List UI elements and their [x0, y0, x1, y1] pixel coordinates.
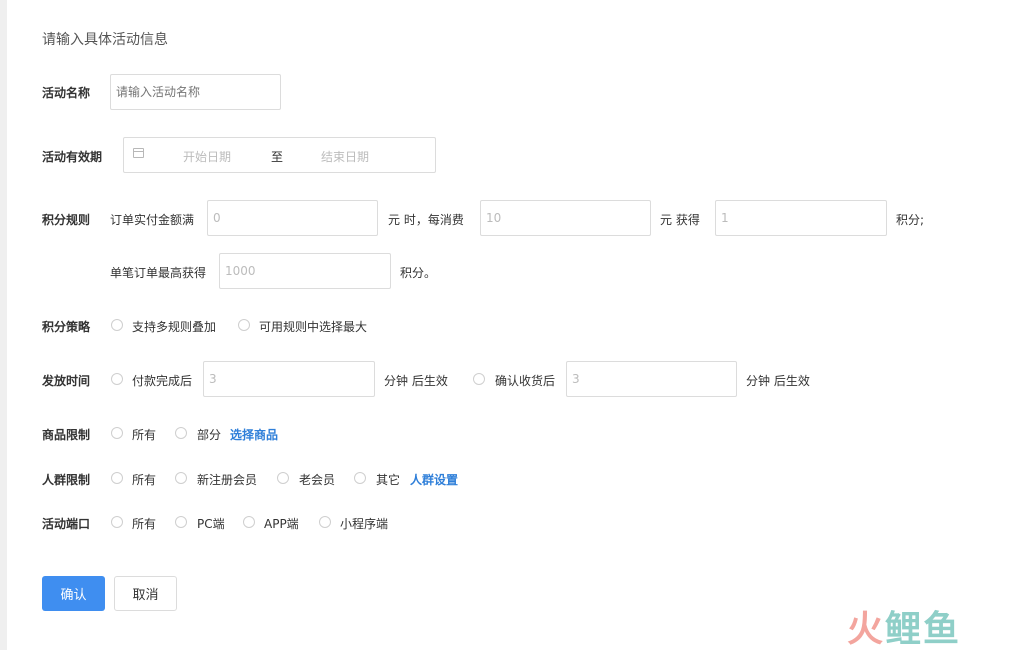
- watermark-logo: 火鲤鱼: [847, 600, 961, 650]
- crowd-new-radio[interactable]: [175, 472, 187, 484]
- receipt-minutes-suffix: 分钟 后生效: [746, 374, 810, 388]
- points-strategy-label: 积分策略: [42, 320, 91, 334]
- crowd-all-label[interactable]: 所有: [132, 471, 156, 488]
- page-left-gutter: [0, 0, 7, 650]
- confirm-button[interactable]: 确认: [42, 576, 105, 611]
- product-partial-radio[interactable]: [175, 427, 187, 439]
- yuan-when-text: 元 时，每消费: [388, 213, 464, 227]
- issue-after-receipt-label[interactable]: 确认收货后: [495, 372, 555, 389]
- issue-after-payment-label[interactable]: 付款完成后: [132, 372, 192, 389]
- platform-miniprogram-radio[interactable]: [319, 516, 331, 528]
- points-suffix: 积分;: [896, 213, 925, 227]
- max-points-suffix: 积分。: [400, 266, 437, 280]
- product-all-radio[interactable]: [111, 427, 123, 439]
- payment-minutes-suffix: 分钟 后生效: [384, 374, 448, 388]
- crowd-limit-label: 人群限制: [42, 473, 91, 487]
- crowd-old-label[interactable]: 老会员: [299, 471, 335, 488]
- spend-amount-input[interactable]: 10: [480, 200, 651, 236]
- crowd-settings-link[interactable]: 人群设置: [410, 471, 458, 488]
- points-earned-input[interactable]: 1: [715, 200, 887, 236]
- points-rule-prefix: 订单实付金额满: [110, 213, 195, 227]
- crowd-other-radio[interactable]: [354, 472, 366, 484]
- strategy-stack-radio[interactable]: [111, 319, 123, 331]
- activity-name-label: 活动名称: [42, 86, 91, 100]
- start-date-input[interactable]: 开始日期: [183, 148, 231, 165]
- strategy-stack-label[interactable]: 支持多规则叠加: [132, 318, 216, 335]
- platform-all-radio[interactable]: [111, 516, 123, 528]
- crowd-old-radio[interactable]: [277, 472, 289, 484]
- product-all-label[interactable]: 所有: [132, 426, 156, 443]
- order-amount-input[interactable]: 0: [207, 200, 378, 236]
- watermark-part-2: 鲤鱼: [885, 609, 962, 650]
- platform-all-label[interactable]: 所有: [132, 515, 156, 532]
- max-points-prefix: 单笔订单最高获得: [110, 266, 207, 280]
- points-rule-label: 积分规则: [42, 213, 91, 227]
- yuan-get-text: 元 获得: [660, 213, 700, 227]
- platform-label: 活动端口: [42, 517, 91, 531]
- strategy-max-label[interactable]: 可用规则中选择最大: [259, 318, 367, 335]
- product-partial-label[interactable]: 部分: [197, 426, 221, 443]
- activity-form-card: 请输入具体活动信息 活动名称 活动有效期 开始日期 至 结束日期 积分规则 订单…: [7, 0, 1013, 650]
- date-separator: 至: [271, 150, 284, 164]
- product-limit-label: 商品限制: [42, 428, 91, 442]
- watermark-part-1: 火: [847, 609, 886, 650]
- platform-app-label[interactable]: APP端: [264, 515, 299, 532]
- platform-miniprogram-label[interactable]: 小程序端: [340, 515, 388, 532]
- issue-time-label: 发放时间: [42, 374, 91, 388]
- payment-minutes-input[interactable]: 3: [203, 361, 375, 397]
- platform-pc-label[interactable]: PC端: [197, 515, 225, 532]
- platform-pc-radio[interactable]: [175, 516, 187, 528]
- issue-after-payment-radio[interactable]: [111, 373, 123, 385]
- validity-label: 活动有效期: [42, 150, 103, 164]
- receipt-minutes-input[interactable]: 3: [566, 361, 737, 397]
- select-products-link[interactable]: 选择商品: [230, 426, 278, 443]
- crowd-all-radio[interactable]: [111, 472, 123, 484]
- platform-app-radio[interactable]: [243, 516, 255, 528]
- strategy-max-radio[interactable]: [238, 319, 250, 331]
- calendar-icon: [133, 148, 144, 158]
- crowd-new-label[interactable]: 新注册会员: [197, 471, 257, 488]
- form-heading: 请输入具体活动信息: [42, 32, 168, 48]
- activity-name-input[interactable]: [110, 74, 281, 110]
- end-date-input[interactable]: 结束日期: [321, 148, 369, 165]
- crowd-other-label[interactable]: 其它: [376, 471, 400, 488]
- max-points-input[interactable]: 1000: [219, 253, 391, 289]
- issue-after-receipt-radio[interactable]: [473, 373, 485, 385]
- cancel-button[interactable]: 取消: [114, 576, 177, 611]
